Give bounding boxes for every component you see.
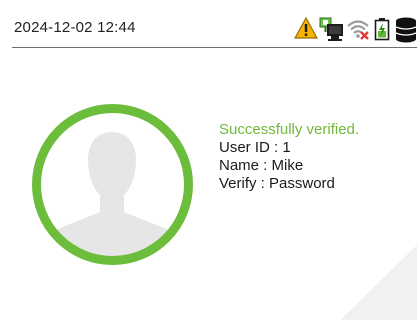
status-bar: 2024-12-02 12:44 <box>0 0 417 50</box>
verify-method-text: Verify : Password <box>219 175 335 192</box>
status-bar-divider <box>12 47 417 48</box>
database-icon <box>395 17 417 43</box>
user-name-text: Name : Mike <box>219 157 304 174</box>
wifi-disconnected-icon <box>347 20 369 40</box>
verification-panel: Successfully verified. User ID : 1 Name … <box>0 50 417 320</box>
network-computer-icon <box>319 17 343 41</box>
battery-charging-icon <box>374 18 390 41</box>
datetime-display: 2024-12-02 12:44 <box>14 19 136 36</box>
user-avatar <box>32 104 193 265</box>
warning-icon <box>294 17 318 39</box>
user-id-text: User ID : 1 <box>219 139 291 156</box>
verification-status-message: Successfully verified. <box>219 121 360 138</box>
